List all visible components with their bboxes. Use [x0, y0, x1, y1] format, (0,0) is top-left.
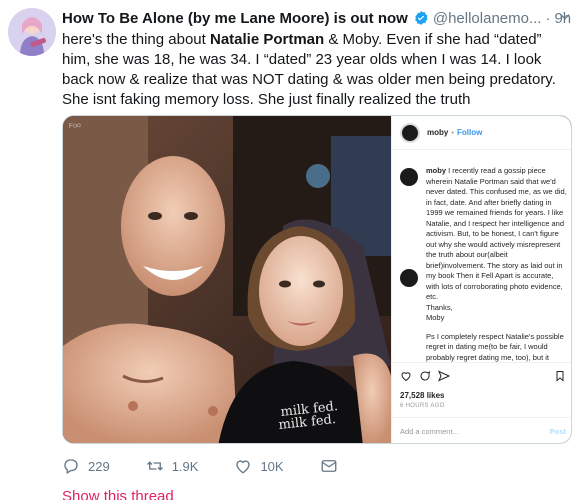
instagram-header: moby • Follow: [392, 116, 571, 150]
instagram-time-ago: 6 HOURS AGO: [400, 403, 445, 409]
instagram-panel: moby • Follow moby I recently read a gos…: [391, 116, 571, 443]
caption-avatar-second: [400, 269, 418, 287]
caption-text: I recently read a gossip piece wherein N…: [426, 166, 567, 322]
header-separator: ·: [545, 9, 551, 27]
dm-button[interactable]: [320, 457, 346, 475]
tweet-text-bold: Natalie Portman: [209, 31, 325, 48]
tweet-header: How To Be Alone (by me Lane Moore) is ou…: [62, 8, 572, 28]
retweet-count: 1.9K: [171, 458, 199, 474]
avatar-illustration-icon: [8, 8, 56, 56]
tweet-text-part1: here's the thing about: [62, 31, 210, 48]
like-button[interactable]: 10K: [234, 457, 284, 475]
envelope-icon: [321, 460, 337, 472]
retweet-icon: [146, 461, 163, 471]
reply-count: 229: [88, 458, 110, 474]
instagram-action-icons: [400, 369, 566, 383]
instagram-avatar: [400, 122, 420, 143]
reply-button[interactable]: 229: [62, 457, 110, 475]
reply-icon: [64, 459, 78, 474]
retweet-button[interactable]: 1.9K: [146, 457, 199, 475]
heart-icon: [236, 460, 251, 474]
chevron-down-icon[interactable]: [558, 10, 572, 24]
verified-badge-icon: [414, 11, 428, 25]
sticker-text: Foo: [69, 122, 82, 130]
tweet-text: here's the thing about Natalie Portman &…: [62, 30, 572, 110]
tweet-actions: 229 1.9K 10K: [62, 455, 362, 477]
comment-placeholder: Add a comment...: [400, 427, 459, 436]
heart-icon: [401, 372, 411, 382]
instagram-comment-box: Add a comment... Post: [392, 417, 571, 443]
author-avatar[interactable]: [8, 8, 56, 56]
instagram-caption: moby I recently read a gossip piece wher…: [400, 166, 568, 374]
post-label: Post: [549, 427, 566, 436]
caption-username: moby: [426, 166, 447, 175]
comment-icon: [420, 371, 431, 381]
caption-avatar: [400, 168, 418, 186]
instagram-dot: •: [451, 128, 454, 137]
show-thread-link[interactable]: Show this thread: [62, 488, 174, 500]
instagram-likes: 27,528 likes: [400, 391, 445, 400]
caption-body: moby I recently read a gossip piece wher…: [426, 166, 568, 324]
instagram-follow-button: Follow: [456, 128, 483, 137]
instagram-username: moby: [427, 128, 449, 137]
display-name[interactable]: How To Be Alone (by me Lane Moore) is ou…: [62, 10, 408, 27]
share-icon: [438, 370, 450, 382]
tweet-media[interactable]: milk fed. milk fed. Foo moby • Follow mo…: [62, 115, 572, 444]
bookmark-icon: [556, 371, 564, 382]
photo-image: milk fed. milk fed. Foo: [63, 116, 391, 443]
like-count: 10K: [260, 458, 284, 474]
author-handle[interactable]: @hellolanemo...: [433, 10, 542, 27]
